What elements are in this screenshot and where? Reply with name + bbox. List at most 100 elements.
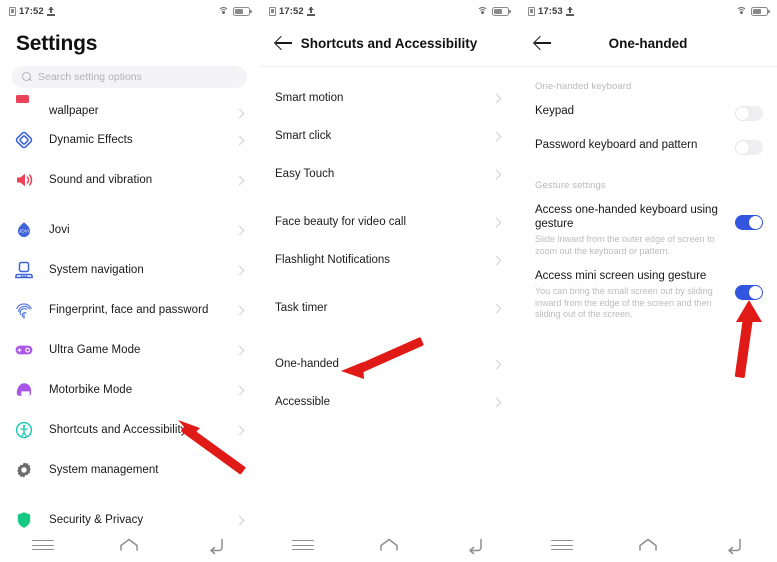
group-divider bbox=[0, 490, 259, 500]
list-item-label: Jovi bbox=[49, 224, 70, 236]
chevron-right-icon bbox=[234, 135, 245, 145]
setting-description: You can bring the small screen out by sl… bbox=[535, 286, 713, 319]
setting-row-keypad[interactable]: Keypad bbox=[519, 98, 777, 132]
shortcuts-list: Smart motion Smart click Easy Touch Face… bbox=[260, 67, 518, 421]
group-divider bbox=[260, 327, 518, 337]
fingerprint-icon bbox=[13, 299, 35, 321]
group-divider bbox=[0, 200, 259, 210]
motorbike-mode-icon bbox=[13, 379, 35, 401]
list-item-face-beauty-for-video-call[interactable]: Face beauty for video call bbox=[260, 203, 518, 241]
chevron-right-icon bbox=[491, 359, 502, 369]
list-item-one-handed[interactable]: One-handed bbox=[260, 345, 518, 383]
section-label: One-handed keyboard bbox=[535, 81, 632, 92]
back-arrow-icon[interactable] bbox=[533, 33, 553, 53]
three-phone-screenshots: 17:52 Settings Search setting options wa… bbox=[0, 0, 777, 562]
home-button[interactable] bbox=[372, 534, 406, 556]
dynamic-effects-icon bbox=[13, 129, 35, 151]
group-divider bbox=[260, 193, 518, 203]
search-bar-container: Search setting options bbox=[0, 64, 259, 94]
home-button[interactable] bbox=[112, 534, 146, 556]
home-button[interactable] bbox=[631, 534, 665, 556]
status-bar: 17:52 bbox=[260, 0, 518, 22]
setting-title: Password keyboard and pattern bbox=[535, 139, 698, 151]
search-placeholder: Search setting options bbox=[38, 71, 142, 83]
sidebar-item-dynamic-effects[interactable]: Dynamic Effects bbox=[0, 120, 259, 160]
list-item-label: One-handed bbox=[275, 358, 339, 370]
chevron-right-icon bbox=[491, 397, 502, 407]
list-item-flashlight-notifications[interactable]: Flashlight Notifications bbox=[260, 241, 518, 279]
sidebar-item-ultra-game-mode[interactable]: Ultra Game Mode bbox=[0, 330, 259, 370]
recents-button[interactable] bbox=[286, 534, 320, 556]
back-arrow-icon[interactable] bbox=[274, 33, 294, 53]
chevron-right-icon bbox=[491, 93, 502, 103]
panel-shortcuts-accessibility: 17:52 Shortcuts and Accessibility Smart … bbox=[259, 0, 518, 562]
list-item-label: Shortcuts and Accessibility bbox=[49, 424, 187, 436]
sidebar-item-system-management[interactable]: System management bbox=[0, 450, 259, 490]
sidebar-item-sound-and-vibration[interactable]: Sound and vibration bbox=[0, 160, 259, 200]
setting-row-access-mini-screen-using-gesture[interactable]: Access mini screen using gesture You can… bbox=[519, 263, 777, 327]
list-item-label: System management bbox=[49, 464, 159, 476]
sidebar-item-fingerprint-face-password[interactable]: Fingerprint, face and password bbox=[0, 290, 259, 330]
wallpaper-icon bbox=[13, 95, 35, 117]
group-divider bbox=[260, 279, 518, 289]
setting-row-access-one-handed-keyboard-using-gesture[interactable]: Access one-handed keyboard using gesture… bbox=[519, 197, 777, 263]
upload-icon bbox=[46, 6, 55, 16]
chevron-right-icon bbox=[234, 345, 245, 355]
list-item-smart-motion[interactable]: Smart motion bbox=[260, 79, 518, 117]
list-item-accessible[interactable]: Accessible bbox=[260, 383, 518, 421]
gesture-settings-section: Gesture settings Access one-handed keybo… bbox=[519, 166, 777, 327]
password-keyboard-toggle[interactable] bbox=[735, 140, 763, 155]
sidebar-item-shortcuts-and-accessibility[interactable]: Shortcuts and Accessibility bbox=[0, 410, 259, 450]
chevron-right-icon bbox=[234, 175, 245, 185]
list-item-label: Fingerprint, face and password bbox=[49, 304, 209, 316]
search-input[interactable]: Search setting options bbox=[12, 66, 247, 88]
recents-button[interactable] bbox=[26, 534, 60, 556]
list-item-task-timer[interactable]: Task timer bbox=[260, 289, 518, 327]
battery-icon bbox=[492, 6, 511, 16]
back-button[interactable] bbox=[199, 534, 233, 556]
chevron-right-icon bbox=[491, 131, 502, 141]
sidebar-item-motorbike-mode[interactable]: Motorbike Mode bbox=[0, 370, 259, 410]
list-item-label: Ultra Game Mode bbox=[49, 344, 141, 356]
setting-row-password-keyboard-and-pattern[interactable]: Password keyboard and pattern bbox=[519, 132, 777, 166]
ultra-game-mode-icon bbox=[13, 339, 35, 361]
list-item-label: Smart click bbox=[275, 130, 332, 142]
setting-title: Access one-handed keyboard using gesture bbox=[535, 204, 718, 230]
one-handed-keyboard-gesture-toggle[interactable] bbox=[735, 215, 763, 230]
keypad-toggle[interactable] bbox=[735, 106, 763, 121]
list-item-smart-click[interactable]: Smart click bbox=[260, 117, 518, 155]
chevron-right-icon bbox=[234, 425, 245, 435]
wifi-icon bbox=[477, 6, 488, 16]
mini-screen-gesture-toggle[interactable] bbox=[735, 285, 763, 300]
jovi-icon: JOVI bbox=[13, 219, 35, 241]
list-item-label: Task timer bbox=[275, 302, 328, 314]
settings-list: wallpaper Dynamic Effects Sound and vibr… bbox=[0, 94, 259, 540]
status-time: 17:52 bbox=[279, 5, 304, 17]
sidebar-item-system-navigation[interactable]: System navigation bbox=[0, 250, 259, 290]
list-item-easy-touch[interactable]: Easy Touch bbox=[260, 155, 518, 193]
chevron-right-icon bbox=[491, 255, 502, 265]
recents-button[interactable] bbox=[545, 534, 579, 556]
chevron-right-icon bbox=[491, 303, 502, 313]
sim-card-icon bbox=[528, 6, 535, 16]
svg-text:JOVI: JOVI bbox=[19, 229, 29, 234]
status-time: 17:53 bbox=[538, 5, 563, 17]
back-button[interactable] bbox=[717, 534, 751, 556]
one-handed-keyboard-section: One-handed keyboard Keypad Password keyb… bbox=[519, 67, 777, 166]
back-button[interactable] bbox=[458, 534, 492, 556]
page-title: Settings bbox=[16, 32, 98, 55]
sidebar-item-wallpaper[interactable]: wallpaper bbox=[0, 94, 259, 120]
sound-vibration-icon bbox=[13, 169, 35, 191]
nav-header: One-handed bbox=[519, 22, 777, 64]
setting-title: Keypad bbox=[535, 105, 575, 117]
sim-card-icon bbox=[269, 6, 276, 16]
list-item-label: wallpaper bbox=[49, 105, 99, 117]
list-item-label: Easy Touch bbox=[275, 168, 335, 180]
group-divider bbox=[260, 337, 518, 345]
accessibility-icon bbox=[13, 419, 35, 441]
upload-icon bbox=[565, 6, 574, 16]
chevron-right-icon bbox=[234, 265, 245, 275]
status-bar: 17:53 bbox=[519, 0, 777, 22]
sidebar-item-jovi[interactable]: JOVI Jovi bbox=[0, 210, 259, 250]
chevron-right-icon bbox=[234, 465, 245, 475]
